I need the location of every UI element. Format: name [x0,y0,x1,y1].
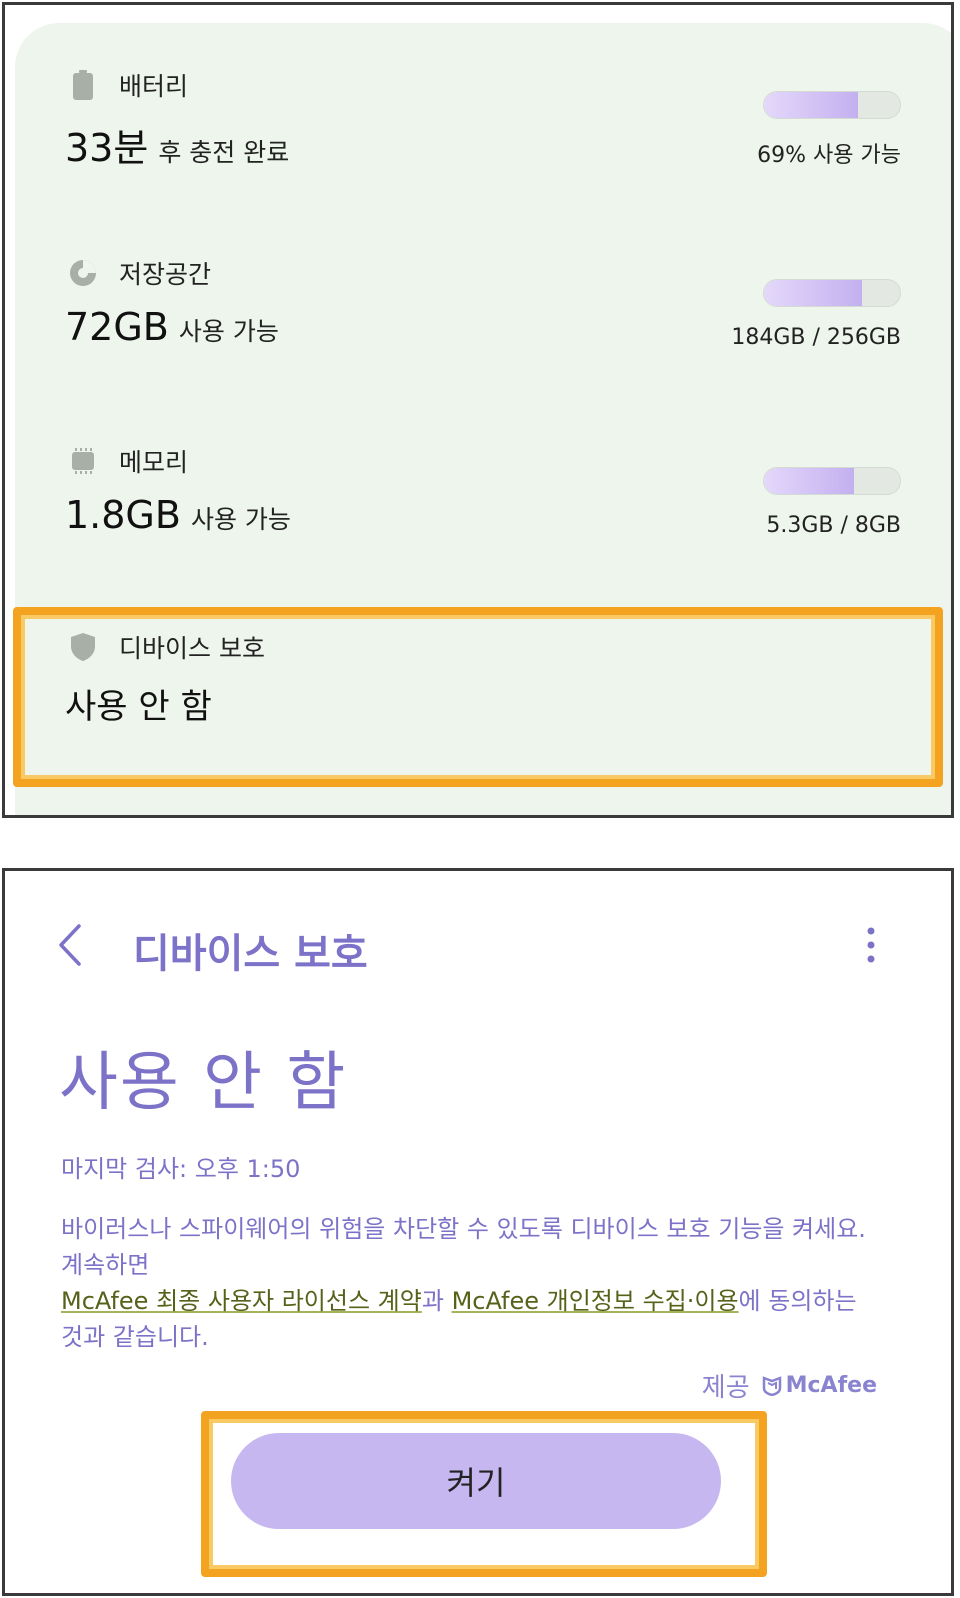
storage-label: 저장공간 [119,260,212,289]
last-scan-time: 마지막 검사: 오후 1:50 [61,1155,301,1183]
battery-item[interactable]: 배터리 33분 후 충전 완료 69% 사용 가능 [15,65,951,205]
storage-usage-bar [763,279,901,307]
provided-by-label: 제공 [701,1373,750,1403]
shield-icon [69,631,97,663]
turn-on-button[interactable]: 켜기 [231,1433,721,1529]
storage-value-suffix: 사용 가능 [178,317,279,346]
eula-link[interactable]: McAfee 최종 사용자 라이선스 계약 [61,1287,422,1315]
battery-value: 33분 [65,126,149,170]
mcafee-shield-icon [762,1375,781,1396]
battery-level-bar [763,91,901,119]
page-title: 디바이스 보호 [133,931,368,977]
memory-label: 메모리 [119,448,189,477]
mcafee-logo-text: McAfee [785,1373,877,1398]
device-protection-status: 사용 안 함 [65,687,212,727]
battery-value-suffix: 후 충전 완료 [158,138,290,167]
pie-chart-icon [69,257,97,289]
memory-item[interactable]: 메모리 1.8GB 사용 가능 5.3GB / 8GB [15,441,951,581]
device-protection-label: 디바이스 보호 [119,634,265,663]
storage-value: 72GB [65,305,169,349]
mcafee-logo: McAfee [762,1373,877,1398]
more-options-icon[interactable] [861,921,881,969]
protection-description: 바이러스나 스파이웨어의 위험을 차단할 수 있도록 디바이스 보호 기능을 켜… [61,1211,921,1355]
battery-level-fill [764,92,858,118]
memory-chip-icon [69,445,97,477]
description-line-2: 계속하면 [61,1251,150,1279]
battery-detail: 69% 사용 가능 [757,143,901,168]
memory-detail: 5.3GB / 8GB [766,513,901,538]
storage-detail: 184GB / 256GB [731,325,901,350]
description-line-3a: 에 동의하는 [738,1287,857,1315]
memory-value: 1.8GB [65,493,181,537]
battery-icon [69,69,97,101]
privacy-link[interactable]: McAfee 개인정보 수집·이용 [452,1287,739,1315]
memory-value-suffix: 사용 가능 [190,505,291,534]
description-and: 과 [421,1287,452,1315]
storage-usage-fill [764,280,862,306]
memory-usage-bar [763,467,901,495]
device-protection-item[interactable]: 디바이스 보호 사용 안 함 [15,627,951,767]
battery-label: 배터리 [119,72,189,101]
protection-status: 사용 안 함 [59,1046,348,1120]
back-arrow-icon[interactable] [55,921,95,969]
description-line-3b: 것과 같습니다. [61,1323,209,1351]
storage-item[interactable]: 저장공간 72GB 사용 가능 184GB / 256GB [15,253,951,393]
memory-usage-fill [764,468,854,494]
device-protection-screen: 디바이스 보호 사용 안 함 마지막 검사: 오후 1:50 바이러스나 스파이… [2,868,954,1596]
device-care-card: 배터리 33분 후 충전 완료 69% 사용 가능 저장공간 72GB 사용 가… [15,23,951,815]
description-line-1: 바이러스나 스파이웨어의 위험을 차단할 수 있도록 디바이스 보호 기능을 켜… [61,1215,866,1243]
app-bar: 디바이스 보호 [5,915,951,977]
device-care-panel: 배터리 33분 후 충전 완료 69% 사용 가능 저장공간 72GB 사용 가… [2,2,954,818]
provider-attribution: 제공 McAfee [702,1367,877,1404]
